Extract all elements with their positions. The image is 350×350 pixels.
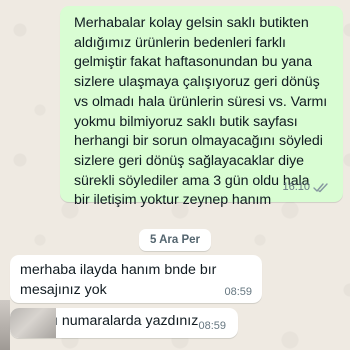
outgoing-message-bubble[interactable]: Merhabalar kolay gelsin saklı butikten a… bbox=[60, 6, 343, 208]
message-time: 16:10 bbox=[282, 181, 310, 193]
incoming-message-text: merhaba ilayda hanım bnde bır mesajınız … bbox=[20, 262, 217, 298]
image-thumbnail[interactable] bbox=[10, 308, 56, 338]
chat-background: Merhabalar kolay gelsin saklı butikten a… bbox=[0, 0, 350, 350]
incoming-message-bubble[interactable]: ı numaralarda yazdınız 08:59 bbox=[10, 308, 238, 338]
message-time: 08:59 bbox=[224, 286, 252, 298]
message-time: 08:59 bbox=[198, 320, 226, 332]
date-separator: 5 Ara Per bbox=[139, 229, 211, 251]
attached-image-edge bbox=[0, 300, 10, 350]
double-check-icon bbox=[313, 182, 328, 192]
message-meta: 16:10 bbox=[282, 181, 329, 193]
incoming-message-bubble[interactable]: merhaba ilayda hanım bnde bır mesajınız … bbox=[10, 255, 262, 303]
